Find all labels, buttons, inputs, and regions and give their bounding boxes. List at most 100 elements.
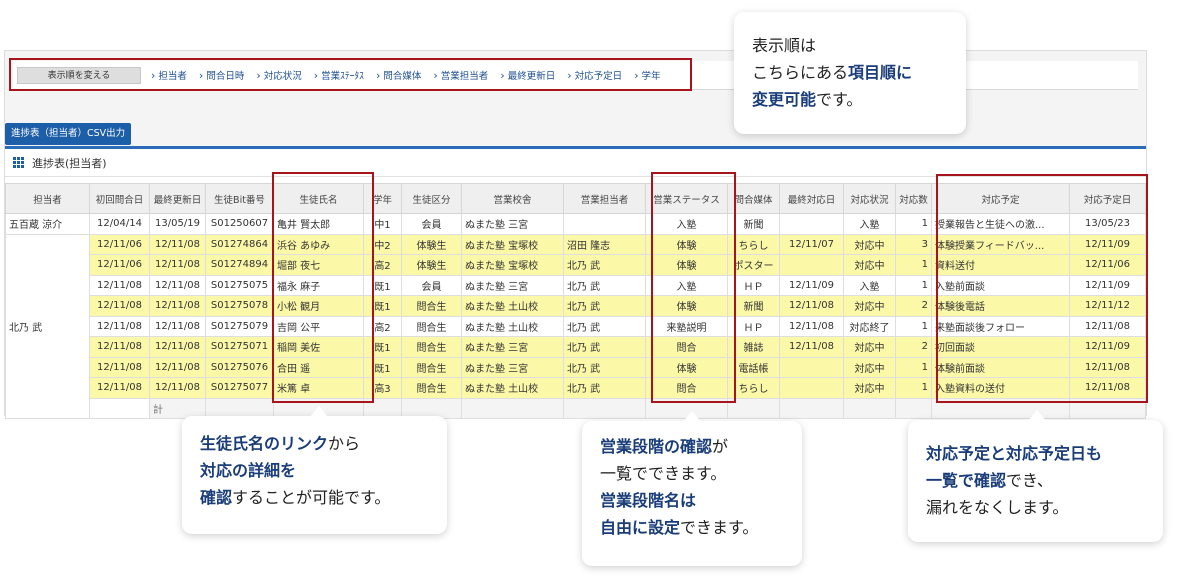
table-cell: S01274864 [205,233,274,255]
change-sort-button[interactable]: 表示順を変える [17,66,141,84]
table-cell [1069,397,1146,419]
table-cell: 12/11/08 [779,336,844,358]
chevron-right-icon: › [198,68,204,82]
callout-text: 営業段階の確認が [600,437,729,456]
table-cell: 13/05/23 [1069,213,1146,235]
table-cell: 会員 [401,213,462,235]
table-cell: 既1 [363,295,402,317]
table-cell: 資料送付 [931,254,1070,276]
table-cell: 北乃 武 [563,295,646,317]
table-cell: 北乃 武 [563,254,646,276]
table-cell: 入塾前面談 [931,274,1070,296]
table-cell: 1 [895,377,932,399]
student-name-link[interactable]: 福永 麻子 [273,274,364,296]
table-cell: 12/11/09 [779,274,844,296]
table-cell: 体験前面談 [931,356,1070,378]
column-header[interactable]: 生徒区分 [401,183,462,214]
table-cell [779,254,844,276]
column-header[interactable]: 生徒氏名 [273,183,364,214]
student-name-link[interactable]: 亀井 賢太郎 [273,213,364,235]
column-header[interactable]: 営業校舎 [461,183,564,214]
student-name-link[interactable]: 合田 遥 [273,356,364,378]
column-header[interactable]: 営業ステータス [645,183,728,214]
table-cell: 既1 [363,356,402,378]
sort-item-plan-date[interactable]: › 対応予定日 [567,68,622,83]
sort-item-media[interactable]: › 問合媒体 [376,68,421,83]
column-header[interactable]: 初回問合日 [89,183,150,214]
table-cell: 12/11/09 [1069,233,1146,255]
chevron-right-icon: › [313,68,319,82]
table-row: 北乃 武 12/11/06 12/11/08 S01274864 浜谷 あゆみ 中2 体験生… [5,233,1146,419]
table-cell [779,213,844,235]
table-cell: ＨＰ [727,274,780,296]
table-cell: ぬまた塾 三宮 [461,336,564,358]
column-header[interactable]: 最終更新日 [149,183,206,214]
callout-text: 変更可能です。 [752,90,863,109]
sort-item-sales-status[interactable]: › 営業ｽﾃｰﾀｽ [313,68,364,83]
table-cell: 対応中 [843,295,896,317]
table-cell: 1 [895,274,932,296]
callout-text: 確認することが可能です。 [200,488,391,507]
column-header[interactable]: 対応数 [895,183,932,214]
table-cell: 体験 [645,233,728,255]
table-cell: 北乃 武 [563,377,646,399]
student-name-link[interactable]: 稲岡 美佐 [273,336,364,358]
table-cell: 来塾面談後フォロー [931,315,1070,337]
staff-cell: 北乃 武 [5,233,90,419]
sort-item-tantou[interactable]: › 担当者 [151,68,187,83]
table-cell [895,397,932,419]
table-cell: 中1 [363,213,402,235]
table-cell: 1 [895,356,932,378]
sort-item-grade[interactable]: › 学年 [634,68,660,83]
callout-text: 一覧で確認でき、 [926,471,1053,490]
sort-item-status[interactable]: › 対応状況 [256,68,301,83]
table-cell: 体験 [645,295,728,317]
chevron-right-icon: › [634,68,639,82]
callout-text: 生徒氏名のリンクから [200,434,361,453]
column-header[interactable]: 問合媒体 [727,183,780,214]
table-cell: 問合生 [401,295,462,317]
sort-item-sales-staff[interactable]: › 営業担当者 [433,68,488,83]
sort-item-last-updated[interactable]: › 最終更新日 [500,68,555,83]
column-header[interactable]: 営業担当者 [563,183,646,214]
csv-export-button[interactable]: 進捗表（担当者）CSV出力 [5,123,132,145]
table-cell: 体験生 [401,254,462,276]
table-title: 進捗表(担当者) [32,156,107,170]
table-cell: 高2 [363,315,402,337]
table-cell: 入塾資料の送付 [931,377,1070,399]
table-cell: 既1 [363,274,402,296]
column-header[interactable]: 対応予定 [931,183,1070,214]
table-cell: 来塾説明 [645,315,728,337]
column-header[interactable]: 学年 [363,183,402,214]
table-cell [779,377,844,399]
table-cell [563,397,646,419]
column-header[interactable]: 担当者 [5,183,90,214]
student-name-link[interactable]: 浜谷 あゆみ [273,233,364,255]
table-cell: 12/11/08 [89,336,150,358]
table-cell: 体験後電話 [931,295,1070,317]
column-header[interactable]: 生徒Bit番号 [205,183,274,214]
student-name-link[interactable]: 米篤 卓 [273,377,364,399]
column-header[interactable]: 対応予定日 [1069,183,1146,214]
column-header[interactable]: 最終対応日 [779,183,844,214]
student-name-link[interactable]: 吉岡 公平 [273,315,364,337]
table-cell: S01275071 [205,336,274,358]
table-row: 12/11/08 12/11/08 S01275078 小松 観月 既1 問合生 ぬまた塾 … [6,295,1146,317]
table-cell [461,397,564,419]
table-cell: ぬまた塾 三宮 [461,356,564,378]
table-cell: 12/11/07 [779,233,844,255]
table-cell: 高3 [363,377,402,399]
table-cell: S01275077 [205,377,274,399]
student-name-link[interactable]: 堀部 夜七 [273,254,364,276]
sort-items: › 担当者 › 問合日時 › 対応状況 › 営業ｽﾃｰﾀｽ › 問合媒体 › 営業担当者 ›… [151,68,673,83]
column-header[interactable]: 対応状況 [843,183,896,214]
table-cell: 12/11/08 [149,336,206,358]
table-cell: 問合 [645,377,728,399]
sort-item-inquiry-date[interactable]: › 問合日時 [198,68,244,83]
table-cell: ポスター [727,254,780,276]
student-name-link[interactable]: 小松 観月 [273,295,364,317]
table-cell: 入塾 [645,274,728,296]
callout-tail [683,411,701,422]
table-cell: 1 [895,315,932,337]
table-cell: 沼田 隆志 [563,233,646,255]
